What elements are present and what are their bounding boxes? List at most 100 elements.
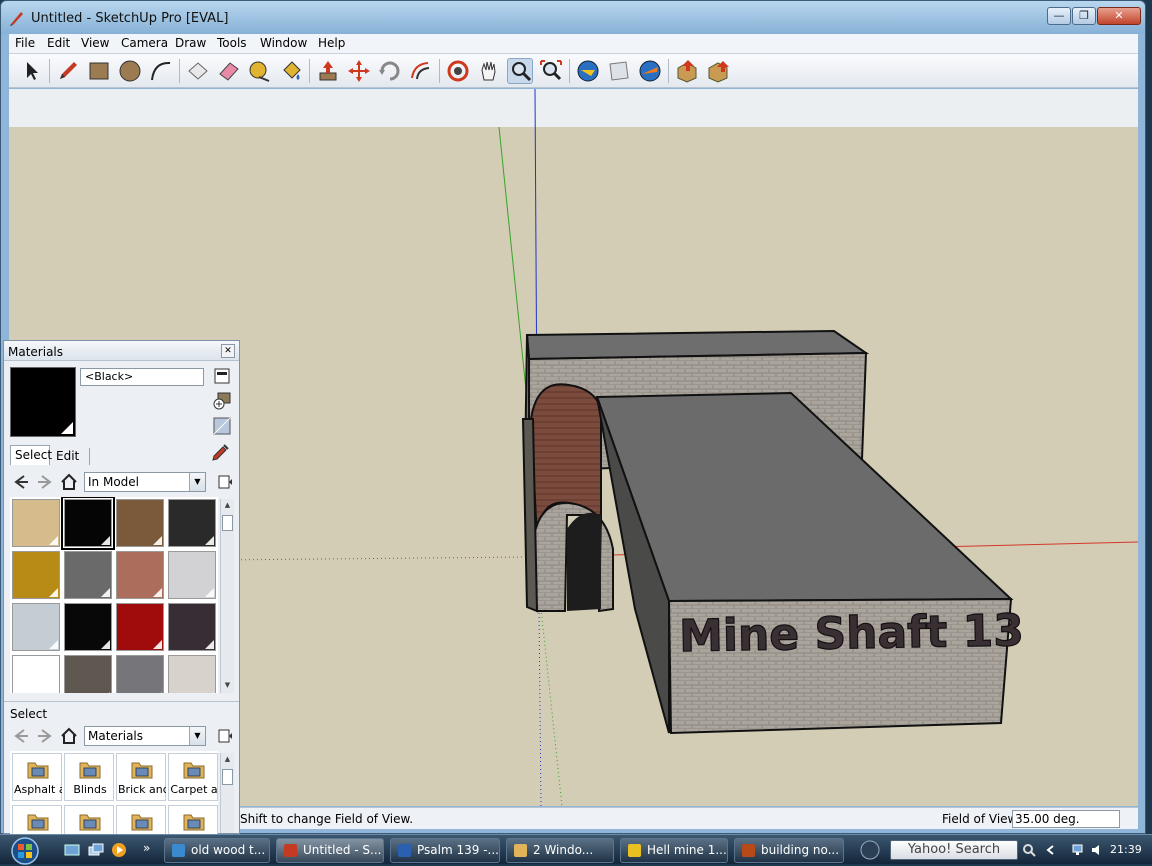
yahoo-search-box[interactable]: Yahoo! Search [890,840,1018,860]
tab-edit[interactable]: Edit [52,448,90,465]
share-component-icon[interactable] [705,58,731,84]
rectangle-icon[interactable] [86,58,112,84]
material-swatch[interactable] [64,551,112,599]
material-swatch[interactable] [64,603,112,651]
material-swatch[interactable] [12,499,60,547]
tape-measure-icon[interactable] [247,58,273,84]
scroll-up-icon[interactable]: ▲ [221,755,234,765]
material-swatch[interactable] [168,603,216,651]
move-icon[interactable] [346,58,372,84]
material-folder[interactable] [168,805,218,835]
material-preview[interactable] [10,367,76,437]
scroll-thumb[interactable] [222,769,233,785]
title-bar[interactable]: Untitled - SketchUp Pro [EVAL] — ❐ ✕ [1,1,1145,34]
scroll-up-icon[interactable]: ▲ [221,501,234,511]
material-swatch[interactable] [168,551,216,599]
materials-close-button[interactable]: ✕ [221,344,235,358]
select-tool-icon[interactable] [18,58,44,84]
material-swatch[interactable] [116,655,164,693]
orbit-icon[interactable] [445,58,471,84]
circle-icon[interactable] [117,58,143,84]
materials-header[interactable]: Materials ✕ [4,341,239,361]
material-swatch[interactable] [64,655,112,693]
more-quicklaunch-icon[interactable]: » [143,841,150,855]
material-swatch[interactable] [116,551,164,599]
back-arrow-icon[interactable] [12,473,30,491]
menu-file[interactable]: File [15,36,35,50]
material-swatch[interactable] [168,655,216,693]
material-swatch[interactable] [116,499,164,547]
taskbar-button[interactable]: Untitled - S... [276,838,384,863]
default-material-icon[interactable] [212,416,232,436]
make-component-icon[interactable] [185,58,211,84]
material-folder[interactable]: Asphalt a [12,753,62,801]
sample-paint-icon[interactable] [210,443,230,463]
taskbar-button[interactable]: building no... [734,838,844,863]
scroll-down-icon[interactable]: ▼ [221,681,234,691]
google-earth-icon[interactable] [637,58,663,84]
create-material-icon[interactable] [212,391,232,411]
material-folder[interactable] [64,805,114,835]
paint-bucket-icon[interactable] [278,58,304,84]
volume-icon[interactable] [1090,843,1104,857]
clock[interactable]: 21:39 [1110,843,1142,856]
media-player-icon[interactable] [111,842,127,858]
swatch-scrollbar[interactable]: ▲ ▼ [220,499,234,693]
close-button[interactable]: ✕ [1097,7,1141,25]
search-icon[interactable] [1022,843,1036,857]
menu-camera[interactable]: Camera [121,36,168,50]
fov-input[interactable]: 35.00 deg. [1012,810,1120,828]
pencil-icon[interactable] [55,58,81,84]
show-desktop-icon[interactable] [64,842,80,858]
library-select[interactable]: Materials ▼ [84,726,206,746]
get-components-icon[interactable] [674,58,700,84]
zoom-extents-icon[interactable] [538,58,564,84]
arc-icon[interactable] [148,58,174,84]
push-pull-icon[interactable] [315,58,341,84]
pan-icon[interactable] [476,58,502,84]
menu-view[interactable]: View [81,36,109,50]
material-folder[interactable] [116,805,166,835]
menu-draw[interactable]: Draw [175,36,206,50]
minimize-button[interactable]: — [1047,7,1071,25]
material-swatch[interactable] [12,551,60,599]
scroll-thumb[interactable] [222,515,233,531]
material-swatch[interactable] [12,655,60,693]
details-icon[interactable] [216,727,234,745]
get-models-icon[interactable] [575,58,601,84]
material-name-field[interactable]: <Black> [80,368,204,386]
tab-select[interactable]: Select [10,445,52,465]
taskbar-button[interactable]: Hell mine 1... [620,838,728,863]
switch-windows-icon[interactable] [88,842,104,858]
maximize-button[interactable]: ❐ [1072,7,1096,25]
zoom-icon[interactable] [507,58,533,84]
material-swatch[interactable] [61,497,115,550]
forward-arrow-icon[interactable] [36,473,54,491]
share-model-icon[interactable] [606,58,632,84]
display-secondary-icon[interactable] [212,366,232,386]
material-folder[interactable]: Blinds [64,753,114,801]
home-icon[interactable] [60,473,78,491]
material-folder[interactable]: Brick and [116,753,166,801]
start-button[interactable] [4,836,46,866]
material-folder[interactable] [12,805,62,835]
menu-window[interactable]: Window [260,36,307,50]
network-icon[interactable] [1072,843,1086,857]
material-folder[interactable]: Carpet a [168,753,218,801]
material-swatch[interactable] [168,499,216,547]
taskbar-button[interactable]: Psalm 139 -... [390,838,500,863]
material-swatch[interactable] [116,603,164,651]
taskbar-button[interactable]: 2 Windo... [506,838,614,863]
eraser-icon[interactable] [216,58,242,84]
library-scrollbar[interactable]: ▲ [220,753,234,833]
rotate-icon[interactable] [377,58,403,84]
taskbar-button[interactable]: old wood t... [164,838,270,863]
menu-edit[interactable]: Edit [47,36,70,50]
home-icon[interactable] [60,727,78,745]
tray-chevron-icon[interactable] [1044,843,1058,857]
menu-help[interactable]: Help [318,36,345,50]
offset-icon[interactable] [408,58,434,84]
menu-tools[interactable]: Tools [217,36,247,50]
material-swatch[interactable] [12,603,60,651]
panel-divider[interactable] [4,701,239,702]
